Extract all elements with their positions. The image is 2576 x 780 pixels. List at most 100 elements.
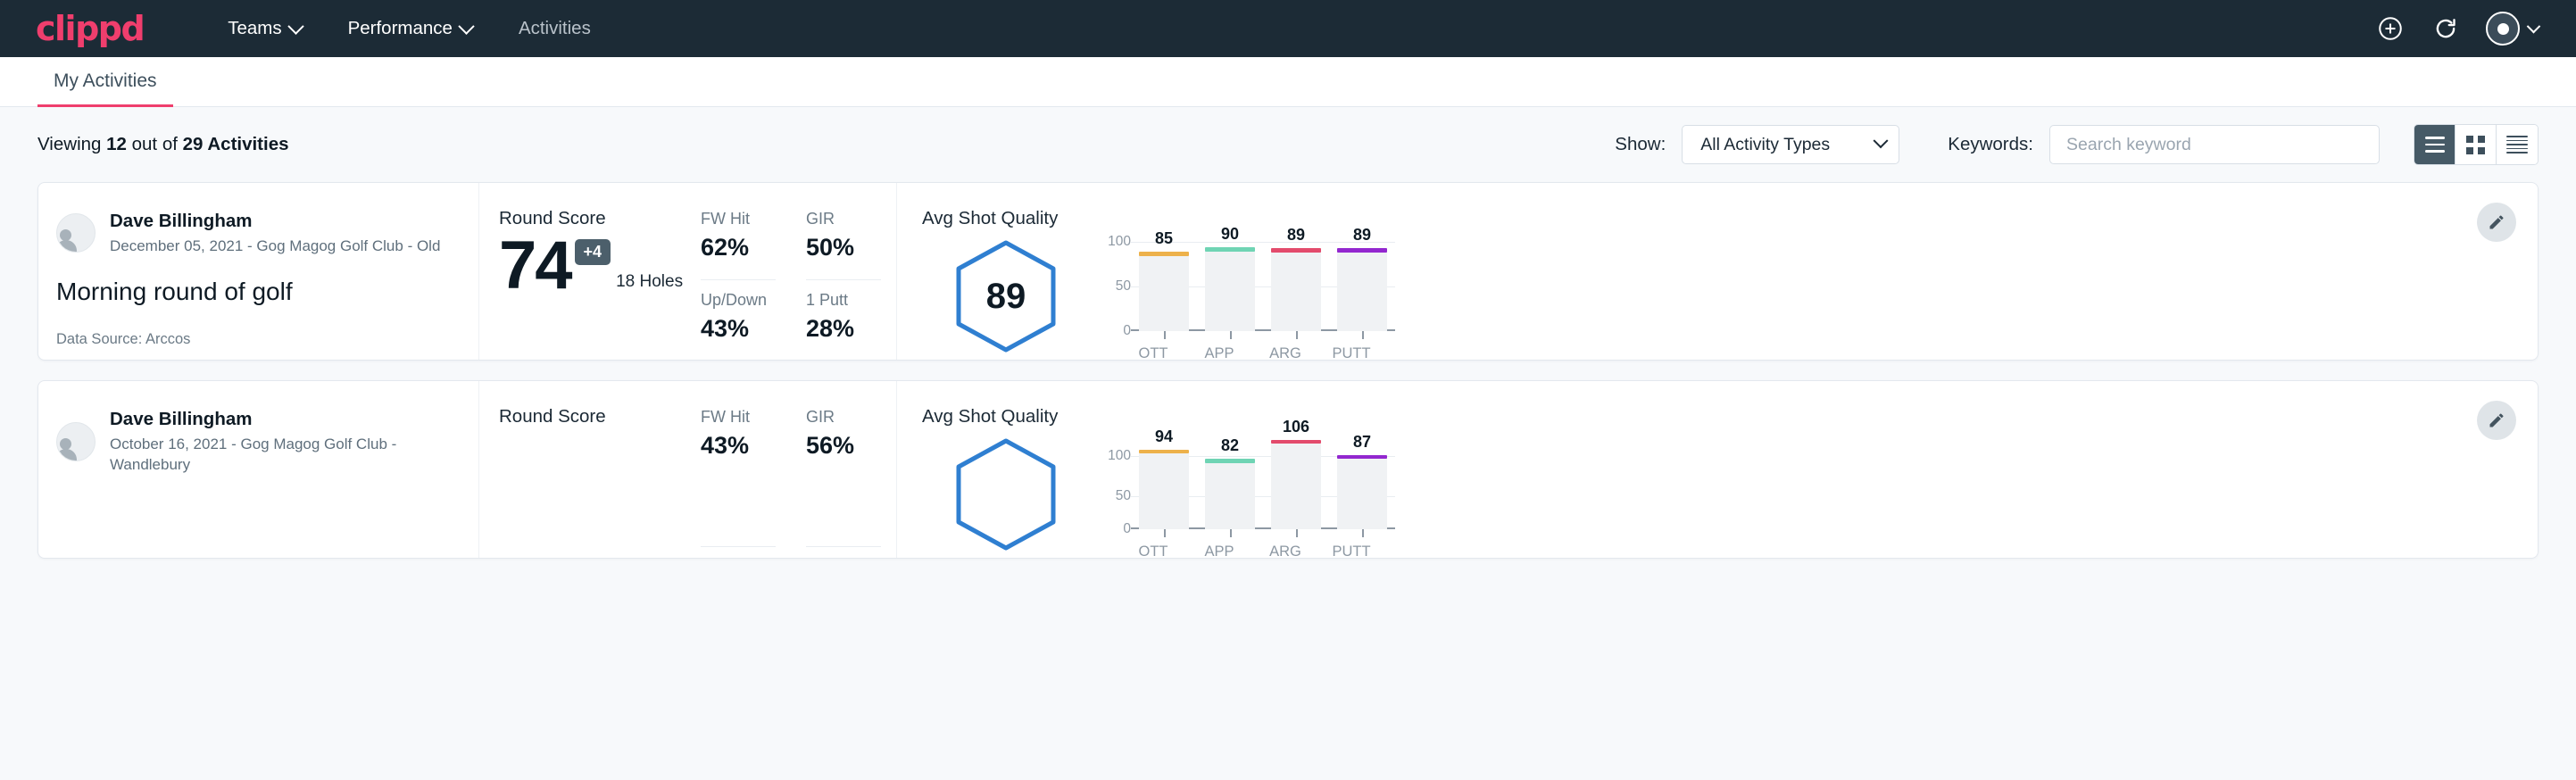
chart-bar-value: 89 [1287,226,1305,245]
chart-plot-area: 948210687 [1131,440,1395,529]
nav-item-label: Teams [228,18,281,39]
card-quality-column: Avg Shot Quality 89 100500 [897,183,2538,360]
shot-quality-bar-chart: 100500 85908989 [1101,238,1395,331]
edit-activity-button[interactable] [2477,203,2516,242]
grid-view-button[interactable] [2456,125,2497,164]
chart-bar-group: 94 [1131,440,1197,529]
nav-item-teams[interactable]: Teams [204,0,324,57]
nav-item-activities[interactable]: Activities [495,0,614,57]
chart-x-labels: OTTAPPARGPUTT [1120,345,1384,362]
stat-grid: FW Hit 43% GIR 56% [701,408,881,558]
activity-type-value: All Activity Types [1700,135,1875,155]
grid-icon [2466,136,2485,154]
chart-x-label: OTT [1120,544,1186,560]
stat-label: FW Hit [701,210,776,228]
chart-plot-area: 85908989 [1131,242,1395,331]
stat-label: Up/Down [701,291,776,310]
chart-x-label: ARG [1252,345,1318,362]
stat-grid: FW Hit 62% GIR 50% Up/Down 43% 1 Putt 28… [701,210,881,360]
activity-title: Morning round of golf [56,278,448,306]
chevron-down-icon [458,18,474,34]
chart-bar-value: 85 [1155,229,1173,248]
chart-bar [1271,252,1321,331]
tab-my-activities[interactable]: My Activities [37,57,173,107]
chart-x-label: OTT [1120,345,1186,362]
person-name: Dave Billingham [110,210,440,233]
round-score-label: Round Score [499,406,692,427]
card-score-column: Round Score FW Hit 43% GIR 56% [479,381,897,558]
account-menu[interactable] [2486,12,2539,46]
stat-value: 62% [701,234,776,261]
search-input[interactable] [2066,135,2363,155]
card-info-column: Dave Billingham December 05, 2021 - Gog … [38,183,479,360]
avatar-dot [2497,23,2509,35]
avatar [56,213,96,253]
holes-label: 18 Holes [616,272,683,292]
score-differential-badge: +4 [575,239,611,265]
activity-card-list: Dave Billingham December 05, 2021 - Gog … [0,182,2576,559]
activity-card[interactable]: Dave Billingham December 05, 2021 - Gog … [37,182,2539,361]
chart-bars: 85908989 [1131,242,1395,331]
chart-bar-group: 82 [1197,440,1263,529]
viewing-summary: Viewing 12 out of 29 Activities [37,134,289,155]
shot-quality-bar-chart: 100500 948210687 [1101,436,1395,529]
chart-bar-value: 106 [1283,418,1309,436]
stat-label: 1 Putt [806,291,881,310]
chart-y-axis: 100500 [1101,242,1131,331]
filter-toolbar: Viewing 12 out of 29 Activities Show: Al… [0,107,2576,182]
chart-bar-group: 85 [1131,242,1197,331]
stat-value: 28% [806,315,881,343]
chart-x-label: APP [1186,544,1252,560]
activity-type-select[interactable]: All Activity Types [1682,125,1899,164]
compact-view-button[interactable] [2497,125,2538,164]
chart-x-label: APP [1186,345,1252,362]
search-field-wrapper[interactable] [2049,125,2380,164]
edit-activity-button[interactable] [2477,401,2516,440]
plus-circle-icon[interactable] [2375,13,2406,44]
chart-bar [1205,462,1255,529]
stat-gir: GIR 56% [806,408,881,547]
top-nav-actions [2375,12,2539,46]
chart-bar-cap [1271,248,1321,253]
chart-x-label: PUTT [1318,345,1384,362]
round-score-row: 74 +4 18 Holes [499,235,692,297]
list-view-button[interactable] [2414,125,2456,164]
avatar [56,422,96,461]
viewing-count: 12 [106,134,127,154]
chart-bar-cap [1271,440,1321,444]
chart-bar-value: 94 [1155,427,1173,446]
card-person: Dave Billingham October 16, 2021 - Gog M… [56,408,448,476]
activity-meta: December 05, 2021 - Gog Magog Golf Club … [110,236,440,257]
activity-card[interactable]: Dave Billingham October 16, 2021 - Gog M… [37,380,2539,559]
refresh-icon[interactable] [2431,13,2461,44]
chart-bar [1271,444,1321,529]
chevron-down-icon [2527,19,2541,33]
nav-item-label: Performance [348,18,453,39]
chart-bar-cap [1205,247,1255,252]
stat-fw-hit: FW Hit 62% [701,210,776,280]
list-icon [2425,137,2445,153]
chart-bar [1205,251,1255,331]
viewing-mid: out of [127,134,183,154]
stat-label: GIR [806,408,881,427]
stat-label: FW Hit [701,408,776,427]
stat-gir: GIR 50% [806,210,881,280]
top-navigation-bar: clippd Teams Performance Activities [0,0,2576,57]
chevron-down-icon [287,18,303,34]
stat-one-putt: 1 Putt 28% [806,291,881,361]
chart-bar-cap [1139,252,1189,256]
nav-item-performance[interactable]: Performance [325,0,495,57]
stat-value: 43% [701,315,776,343]
round-score-value: 74 [499,235,571,297]
avg-shot-quality-label: Avg Shot Quality [922,208,2538,229]
quality-hexagon: 89 [922,238,1090,354]
keywords-label: Keywords: [1948,134,2033,155]
filter-controls: Show: All Activity Types Keywords: [1615,124,2539,165]
viewing-total: 29 Activities [183,134,289,154]
avg-quality-value: 89 [953,238,1059,354]
clippd-logo[interactable]: clippd [36,12,144,46]
chart-x-labels: OTTAPPARGPUTT [1120,544,1384,560]
nav-item-label: Activities [519,18,591,39]
quality-hexagon [922,436,1090,552]
chart-x-tick [1230,529,1232,537]
